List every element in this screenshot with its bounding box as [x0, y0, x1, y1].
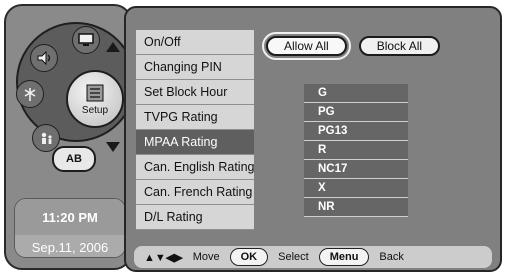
menu-item-tvpg-rating[interactable]: TVPG Rating: [136, 105, 254, 130]
allow-block-buttons: Allow All Block All: [262, 32, 441, 60]
up-arrow-icon[interactable]: [106, 42, 120, 52]
rating-list: G PG PG13 R NC17 X NR: [304, 84, 408, 217]
rating-item-nc17[interactable]: NC17: [304, 160, 408, 179]
rating-item-r[interactable]: R: [304, 141, 408, 160]
menu-item-on-off[interactable]: On/Off: [136, 30, 254, 55]
menu-item-mpaa-rating[interactable]: MPAA Rating: [136, 130, 254, 155]
parental-control-menu: On/Off Changing PIN Set Block Hour TVPG …: [124, 6, 502, 272]
rating-item-x[interactable]: X: [304, 179, 408, 198]
ab-button[interactable]: AB: [52, 146, 96, 172]
down-arrow-icon[interactable]: [106, 142, 120, 152]
menu-item-dl-rating[interactable]: D/L Rating: [136, 205, 254, 230]
navigation-wheel: AB Setup: [12, 16, 130, 172]
back-label: Back: [379, 251, 404, 263]
menu-list: On/Off Changing PIN Set Block Hour TVPG …: [136, 30, 254, 230]
clock-box: 11:20 PM Sep.11, 2006: [14, 198, 126, 258]
ok-key: OK: [229, 248, 269, 266]
select-label: Select: [278, 251, 309, 263]
setup-label: Setup: [81, 104, 109, 116]
left-control-panel: AB Setup 11:20 PM Sep.11, 2006: [4, 4, 132, 270]
setup-button[interactable]: Setup: [66, 70, 124, 128]
allow-all-button[interactable]: Allow All: [262, 32, 351, 60]
rating-item-pg13[interactable]: PG13: [304, 122, 408, 141]
antenna-icon[interactable]: [16, 80, 44, 108]
tv-icon[interactable]: [72, 26, 100, 54]
menu-key: Menu: [318, 248, 370, 266]
sound-icon[interactable]: [30, 44, 58, 72]
rating-item-nr[interactable]: NR: [304, 198, 408, 217]
move-label: Move: [192, 251, 220, 263]
menu-item-set-block-hour[interactable]: Set Block Hour: [136, 80, 254, 105]
menu-item-can-english-rating[interactable]: Can. English Rating: [136, 155, 254, 180]
move-arrows-icon: ▲▼◀▶: [144, 251, 183, 264]
setup-icon: [86, 84, 104, 101]
rating-item-g[interactable]: G: [304, 84, 408, 103]
footer-help-bar: ▲▼◀▶ Move OK Select Menu Back: [134, 246, 492, 268]
rating-item-pg[interactable]: PG: [304, 103, 408, 122]
menu-item-changing-pin[interactable]: Changing PIN: [136, 55, 254, 80]
clock-date: Sep.11, 2006: [15, 235, 125, 257]
clock-time: 11:20 PM: [15, 199, 125, 235]
menu-item-can-french-rating[interactable]: Can. French Rating: [136, 180, 254, 205]
block-all-button[interactable]: Block All: [358, 36, 441, 56]
